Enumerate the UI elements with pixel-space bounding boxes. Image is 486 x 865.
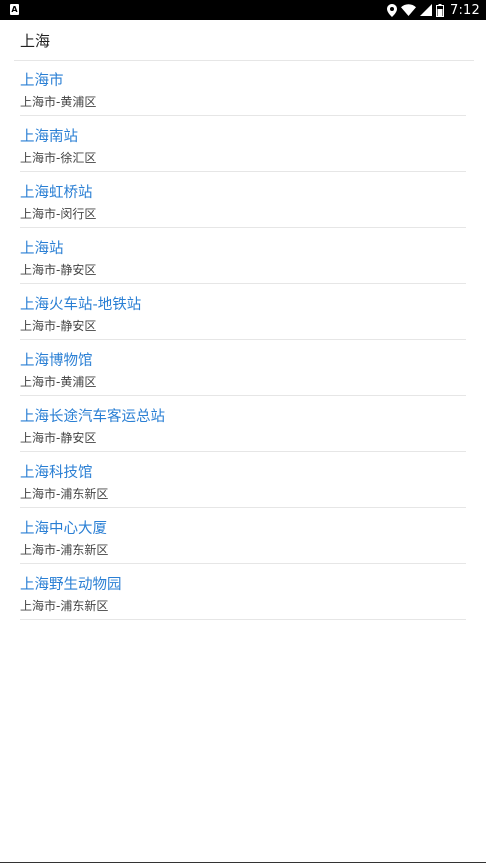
result-subtitle: 上海市-浦东新区 xyxy=(20,599,109,613)
result-title: 上海科技馆 xyxy=(20,465,93,481)
battery-icon xyxy=(436,3,444,17)
status-icons: 7:12 xyxy=(387,0,480,20)
bottom-divider xyxy=(0,862,486,863)
list-item[interactable]: 上海虹桥站 上海市-闵行区 xyxy=(20,172,466,228)
result-title: 上海南站 xyxy=(20,129,78,145)
list-item[interactable]: 上海市 上海市-黄浦区 xyxy=(20,60,466,116)
result-title: 上海市 xyxy=(20,73,64,89)
result-title: 上海虹桥站 xyxy=(20,185,93,201)
search-bar xyxy=(14,20,474,61)
list-item[interactable]: 上海中心大厦 上海市-浦东新区 xyxy=(20,508,466,564)
result-subtitle: 上海市-黄浦区 xyxy=(20,95,97,109)
result-title: 上海火车站-地铁站 xyxy=(20,297,142,313)
list-item[interactable]: 上海南站 上海市-徐汇区 xyxy=(20,116,466,172)
list-item[interactable]: 上海火车站-地铁站 上海市-静安区 xyxy=(20,284,466,340)
result-title: 上海中心大厦 xyxy=(20,521,107,537)
list-item[interactable]: 上海博物馆 上海市-黄浦区 xyxy=(20,340,466,396)
clock-time: 7:12 xyxy=(450,2,480,18)
status-bar: A 7:12 xyxy=(0,0,486,20)
location-icon xyxy=(387,3,397,17)
result-subtitle: 上海市-闵行区 xyxy=(20,207,97,221)
list-item[interactable]: 上海长途汽车客运总站 上海市-静安区 xyxy=(20,396,466,452)
result-subtitle: 上海市-静安区 xyxy=(20,263,97,277)
list-item[interactable]: 上海站 上海市-静安区 xyxy=(20,228,466,284)
result-subtitle: 上海市-静安区 xyxy=(20,431,97,445)
search-input[interactable] xyxy=(20,20,460,60)
list-item[interactable]: 上海科技馆 上海市-浦东新区 xyxy=(20,452,466,508)
result-subtitle: 上海市-黄浦区 xyxy=(20,375,97,389)
result-title: 上海长途汽车客运总站 xyxy=(20,409,165,425)
result-title: 上海站 xyxy=(20,241,64,257)
result-subtitle: 上海市-静安区 xyxy=(20,319,97,333)
notification-app-icon: A xyxy=(10,4,19,15)
result-title: 上海博物馆 xyxy=(20,353,93,369)
result-title: 上海野生动物园 xyxy=(20,577,122,593)
result-subtitle: 上海市-浦东新区 xyxy=(20,543,109,557)
result-subtitle: 上海市-浦东新区 xyxy=(20,487,109,501)
wifi-icon xyxy=(401,4,416,16)
list-item[interactable]: 上海野生动物园 上海市-浦东新区 xyxy=(20,564,466,620)
signal-icon xyxy=(420,4,432,16)
results-list: 上海市 上海市-黄浦区 上海南站 上海市-徐汇区 上海虹桥站 上海市-闵行区 上… xyxy=(20,60,466,620)
result-subtitle: 上海市-徐汇区 xyxy=(20,151,97,165)
